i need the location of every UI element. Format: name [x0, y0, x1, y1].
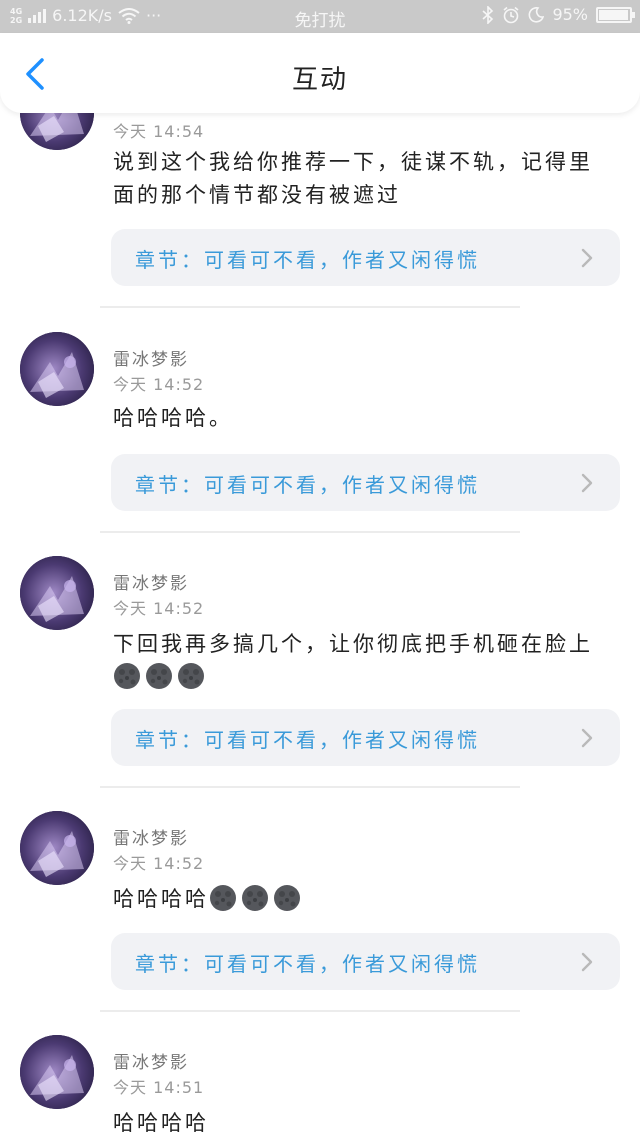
divider — [100, 1010, 520, 1012]
new-moon-face-icon — [114, 663, 140, 689]
chapter-title: 可看可不看，作者又闲得慌 — [204, 473, 480, 497]
battery-percent: 95% — [552, 5, 588, 24]
post-text: 说到这个我给你推荐一下，徒谋不轨，记得里面的那个情节都没有被遮过 — [113, 146, 613, 212]
chapter-link[interactable]: 章节：可看可不看，作者又闲得慌 — [111, 933, 620, 990]
post-time: 今天 14:51 — [113, 1078, 205, 1097]
chevron-right-icon — [581, 728, 593, 748]
post-text-content: 说到这个我给你推荐一下，徒谋不轨，记得里面的那个情节都没有被遮过 — [113, 150, 593, 207]
new-moon-face-icon — [210, 885, 236, 911]
list-item: 雷冰梦影 今天 14:52 哈哈哈哈。 章节：可看可不看，作者又闲得慌 — [0, 332, 640, 557]
chapter-title: 可看可不看，作者又闲得慌 — [204, 952, 480, 976]
chapter-label: 章节：可看可不看，作者又闲得慌 — [135, 724, 480, 753]
user-name[interactable]: 雷冰梦影 — [113, 569, 189, 594]
new-moon-face-icon — [242, 885, 268, 911]
post-text-content: 哈哈哈哈 — [113, 1111, 209, 1135]
post-time: 今天 14:54 — [113, 122, 205, 141]
avatar[interactable] — [20, 113, 94, 150]
user-name[interactable]: 雷冰梦影 — [113, 824, 189, 849]
chapter-title: 可看可不看，作者又闲得慌 — [204, 248, 480, 272]
post-text-content: 下回我再多搞几个，让你彻底把手机砸在脸上 — [113, 632, 593, 656]
avatar[interactable] — [20, 556, 94, 630]
new-moon-face-icon — [178, 663, 204, 689]
list-item: 雷冰梦影 今天 14:52 下回我再多搞几个，让你彻底把手机砸在脸上 章节：可看… — [0, 556, 640, 811]
alarm-icon — [503, 6, 519, 23]
post-time: 今天 14:52 — [113, 854, 205, 873]
divider — [100, 786, 520, 788]
chapter-link[interactable]: 章节：可看可不看，作者又闲得慌 — [111, 229, 620, 286]
chapter-link[interactable]: 章节：可看可不看，作者又闲得慌 — [111, 709, 620, 766]
post-text: 哈哈哈哈 — [113, 1107, 613, 1138]
user-name[interactable]: 雷冰梦影 — [113, 345, 189, 370]
chapter-prefix: 章节： — [135, 248, 204, 272]
chapter-link[interactable]: 章节：可看可不看，作者又闲得慌 — [111, 454, 620, 511]
page-title: 互动 — [291, 65, 348, 95]
post-text-content: 哈哈哈哈 — [113, 887, 209, 911]
chapter-label: 章节：可看可不看，作者又闲得慌 — [135, 469, 480, 498]
chevron-right-icon — [581, 473, 593, 493]
emoji-group — [209, 885, 305, 911]
status-bar: 4G 2G 6.12K/s ··· 免打扰 95% — [0, 0, 640, 33]
divider — [100, 531, 520, 533]
post-time: 今天 14:52 — [113, 599, 205, 618]
user-name[interactable]: 雷冰梦影 — [113, 1048, 189, 1073]
battery-icon — [596, 6, 635, 23]
list-item: 雷冰梦影 今天 14:52 哈哈哈哈 章节：可看可不看，作者又闲得慌 — [0, 811, 640, 1036]
avatar[interactable] — [20, 811, 94, 885]
avatar[interactable] — [20, 332, 94, 406]
chevron-right-icon — [581, 248, 593, 268]
post-time: 今天 14:52 — [113, 375, 205, 394]
chapter-prefix: 章节： — [135, 473, 204, 497]
status-right: 95% — [482, 5, 635, 24]
post-text: 哈哈哈哈 — [113, 883, 613, 916]
divider — [100, 306, 520, 308]
chapter-label: 章节：可看可不看，作者又闲得慌 — [135, 948, 480, 977]
moon-icon — [529, 6, 545, 23]
post-text: 下回我再多搞几个，让你彻底把手机砸在脸上 — [113, 628, 613, 694]
chapter-title: 可看可不看，作者又闲得慌 — [204, 728, 480, 752]
new-moon-face-icon — [146, 663, 172, 689]
post-text-content: 哈哈哈哈。 — [113, 406, 233, 430]
new-moon-face-icon — [274, 885, 300, 911]
bluetooth-icon — [482, 5, 494, 24]
chevron-right-icon — [581, 952, 593, 972]
avatar[interactable] — [20, 1035, 94, 1109]
header-bar: 互动 — [0, 33, 640, 113]
chapter-prefix: 章节： — [135, 728, 204, 752]
emoji-group — [113, 663, 209, 689]
list-item: 雷冰梦影 今天 14:51 哈哈哈哈 — [0, 1035, 640, 1138]
post-text: 哈哈哈哈。 — [113, 402, 613, 435]
interaction-feed[interactable]: 今天 14:54 说到这个我给你推荐一下，徒谋不轨，记得里面的那个情节都没有被遮… — [0, 113, 640, 1138]
chapter-prefix: 章节： — [135, 952, 204, 976]
chapter-label: 章节：可看可不看，作者又闲得慌 — [135, 244, 480, 273]
